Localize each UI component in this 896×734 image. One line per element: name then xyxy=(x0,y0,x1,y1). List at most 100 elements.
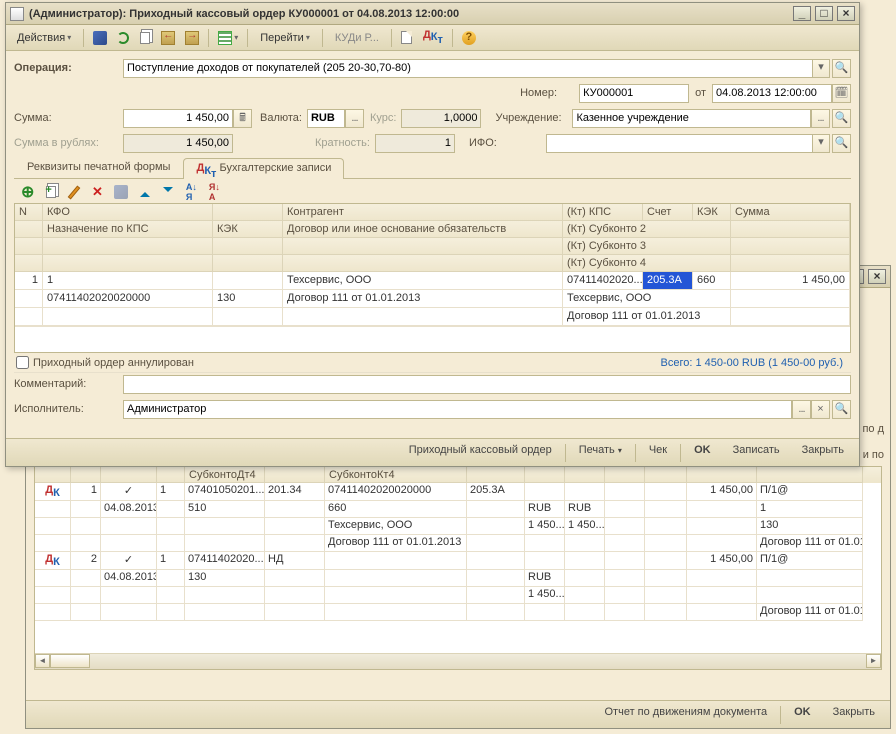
col-n[interactable]: N xyxy=(15,204,43,221)
ok-button[interactable]: OK xyxy=(685,443,720,463)
operation-dropdown-icon[interactable]: ▾ xyxy=(813,59,830,78)
org-label: Учреждение: xyxy=(495,112,567,124)
ifo-dropdown-icon[interactable]: ▾ xyxy=(813,134,830,153)
executor-choose-icon[interactable]: ... xyxy=(792,400,811,419)
col-subk2[interactable]: (Кт) Субконто 2 xyxy=(563,221,731,238)
pko-button[interactable]: Приходный кассовый ордер xyxy=(400,443,561,463)
sum-field[interactable]: 1 450,00 xyxy=(123,109,233,128)
doc-icon[interactable] xyxy=(397,28,417,48)
col-kek[interactable]: КЭК xyxy=(693,204,731,221)
document-window: (Администратор): Приходный кассовый орде… xyxy=(5,2,860,467)
window-title: (Администратор): Приходный кассовый орде… xyxy=(29,8,793,20)
report-button[interactable]: Отчет по движениям документа xyxy=(596,705,777,725)
close-button-back[interactable]: Закрыть xyxy=(824,705,884,725)
tab-accounting[interactable]: ДКт Бухгалтерские записи xyxy=(183,158,344,179)
row-moveup-icon[interactable] xyxy=(135,182,155,202)
goto-menu[interactable]: Перейти▾ xyxy=(253,28,317,48)
col-kfo[interactable]: КФО xyxy=(43,204,213,221)
copy-icon[interactable] xyxy=(135,28,155,48)
calendar-icon[interactable]: 🗓 xyxy=(832,84,851,103)
row-sortasc-icon[interactable]: A↓Я xyxy=(181,182,201,202)
row-sortdesc-icon[interactable]: Я↓A xyxy=(204,182,224,202)
grid-toolbar: ⊕ ✕ A↓Я Я↓A xyxy=(14,179,851,203)
kudip-button[interactable]: КУДи Р... xyxy=(328,28,386,48)
movements-grid: СубконтоДт4 СубконтоКт4 ДК 1 ✓ 1 0740105… xyxy=(34,466,882,670)
movement-row-2[interactable]: ДК 2 ✓ 1 07411402020... НД 1 450,00 П/1@… xyxy=(35,552,881,621)
total-text: Всего: 1 450-00 RUB (1 450-00 руб.) xyxy=(199,357,849,369)
annulled-checkbox[interactable] xyxy=(16,356,29,369)
minimize-button[interactable]: _ xyxy=(793,6,811,21)
executor-field[interactable]: Администратор xyxy=(123,400,792,419)
col-ktkps[interactable]: (Кт) КПС xyxy=(563,204,643,221)
actions-menu[interactable]: Действия▾ xyxy=(10,28,78,48)
row-add-icon[interactable]: ⊕ xyxy=(17,182,38,202)
entries-grid: N КФО Контрагент (Кт) КПС Счет КЭК Сумма… xyxy=(14,203,851,353)
executor-search-icon[interactable]: 🔍 xyxy=(832,400,851,419)
col-sum[interactable]: Сумма xyxy=(731,204,850,221)
document-footer: Приходный кассовый ордер Печать ▾ Чек OK… xyxy=(6,438,859,466)
tab-print-details[interactable]: Реквизиты печатной формы xyxy=(14,157,183,178)
save-icon[interactable] xyxy=(89,28,111,48)
row-movedown-icon[interactable] xyxy=(158,182,178,202)
operation-search-icon[interactable]: 🔍 xyxy=(832,59,851,78)
ifo-search-icon[interactable]: 🔍 xyxy=(832,134,851,153)
print-button[interactable]: Печать ▾ xyxy=(570,443,631,463)
comment-field[interactable] xyxy=(123,375,851,394)
currency-choose-icon[interactable]: ... xyxy=(345,109,364,128)
close-button[interactable]: × xyxy=(868,269,886,284)
operation-label: Операция: xyxy=(14,62,118,74)
titlebar: (Администратор): Приходный кассовый орде… xyxy=(6,3,859,25)
write-button[interactable]: Записать xyxy=(724,443,789,463)
executor-clear-icon[interactable]: × xyxy=(811,400,830,419)
annulled-label: Приходный ордер аннулирован xyxy=(33,357,194,369)
row-edit-icon[interactable] xyxy=(64,182,84,202)
operation-select[interactable]: Поступление доходов от покупателей (205 … xyxy=(123,59,813,78)
structure-icon[interactable]: ▾ xyxy=(214,28,242,48)
ok-button-back[interactable]: OK xyxy=(785,705,820,725)
col-kek2[interactable]: КЭК xyxy=(213,221,283,238)
subkontodt4-header: СубконтоДт4 xyxy=(185,467,265,483)
close-button[interactable]: × xyxy=(837,6,855,21)
check-button[interactable]: Чек xyxy=(640,443,676,463)
account-cell-selected[interactable]: 205.3А xyxy=(643,272,693,290)
subkontokt4-header: СубконтоКт4 xyxy=(325,467,467,483)
org-choose-icon[interactable]: ... xyxy=(811,109,830,128)
refresh-icon[interactable] xyxy=(113,28,133,48)
back-footer: Отчет по движениям документа OK Закрыть xyxy=(26,700,890,728)
row-save-icon[interactable] xyxy=(110,182,132,202)
col-purpose[interactable]: Назначение по КПС xyxy=(43,221,213,238)
currency-label: Валюта: xyxy=(260,112,302,124)
dtkt-mini-icon: ДКт xyxy=(196,164,216,173)
mult-label: Кратность: xyxy=(315,137,370,149)
grid-row-1[interactable]: 1 1 Техсервис, ООО 07411402020... 205.3А… xyxy=(15,272,850,326)
grid-hscrollbar[interactable]: ◄ ► xyxy=(35,653,881,669)
sumrub-field: 1 450,00 xyxy=(123,134,233,153)
col-subk4[interactable]: (Кт) Субконто 4 xyxy=(563,255,731,272)
help-icon[interactable]: ? xyxy=(458,28,480,48)
col-contragent[interactable]: Контрагент xyxy=(283,204,563,221)
unpost-icon[interactable] xyxy=(181,28,203,48)
org-field[interactable]: Казенное учреждение xyxy=(572,109,811,128)
col-subk3[interactable]: (Кт) Субконто 3 xyxy=(563,238,731,255)
post-icon[interactable] xyxy=(157,28,179,48)
date-field[interactable]: 04.08.2013 12:00:00 xyxy=(712,84,832,103)
document-icon xyxy=(10,7,24,21)
col-account[interactable]: Счет xyxy=(643,204,693,221)
row-addcopy-icon[interactable] xyxy=(41,182,61,202)
sum-label: Сумма: xyxy=(14,112,118,124)
from-label: от xyxy=(695,87,706,99)
movement-row-1[interactable]: ДК 1 ✓ 1 07401050201... 201.34 074114020… xyxy=(35,483,881,552)
close-button-doc[interactable]: Закрыть xyxy=(793,443,853,463)
dtkt-icon[interactable]: ДКт xyxy=(419,28,447,48)
sumrub-label: Сумма в рублях: xyxy=(14,137,118,149)
maximize-button[interactable]: □ xyxy=(815,6,833,21)
number-field[interactable]: КУ000001 xyxy=(579,84,689,103)
currency-field[interactable]: RUB xyxy=(307,109,345,128)
ifo-field[interactable] xyxy=(546,134,813,153)
org-search-icon[interactable]: 🔍 xyxy=(832,109,851,128)
number-label: Номер: xyxy=(520,87,574,99)
calculator-icon[interactable]: 🖩 xyxy=(233,109,252,128)
row-delete-icon[interactable]: ✕ xyxy=(87,182,107,202)
col-contract[interactable]: Договор или иное основание обязательств xyxy=(283,221,563,238)
rate-label: Курс: xyxy=(370,112,396,124)
